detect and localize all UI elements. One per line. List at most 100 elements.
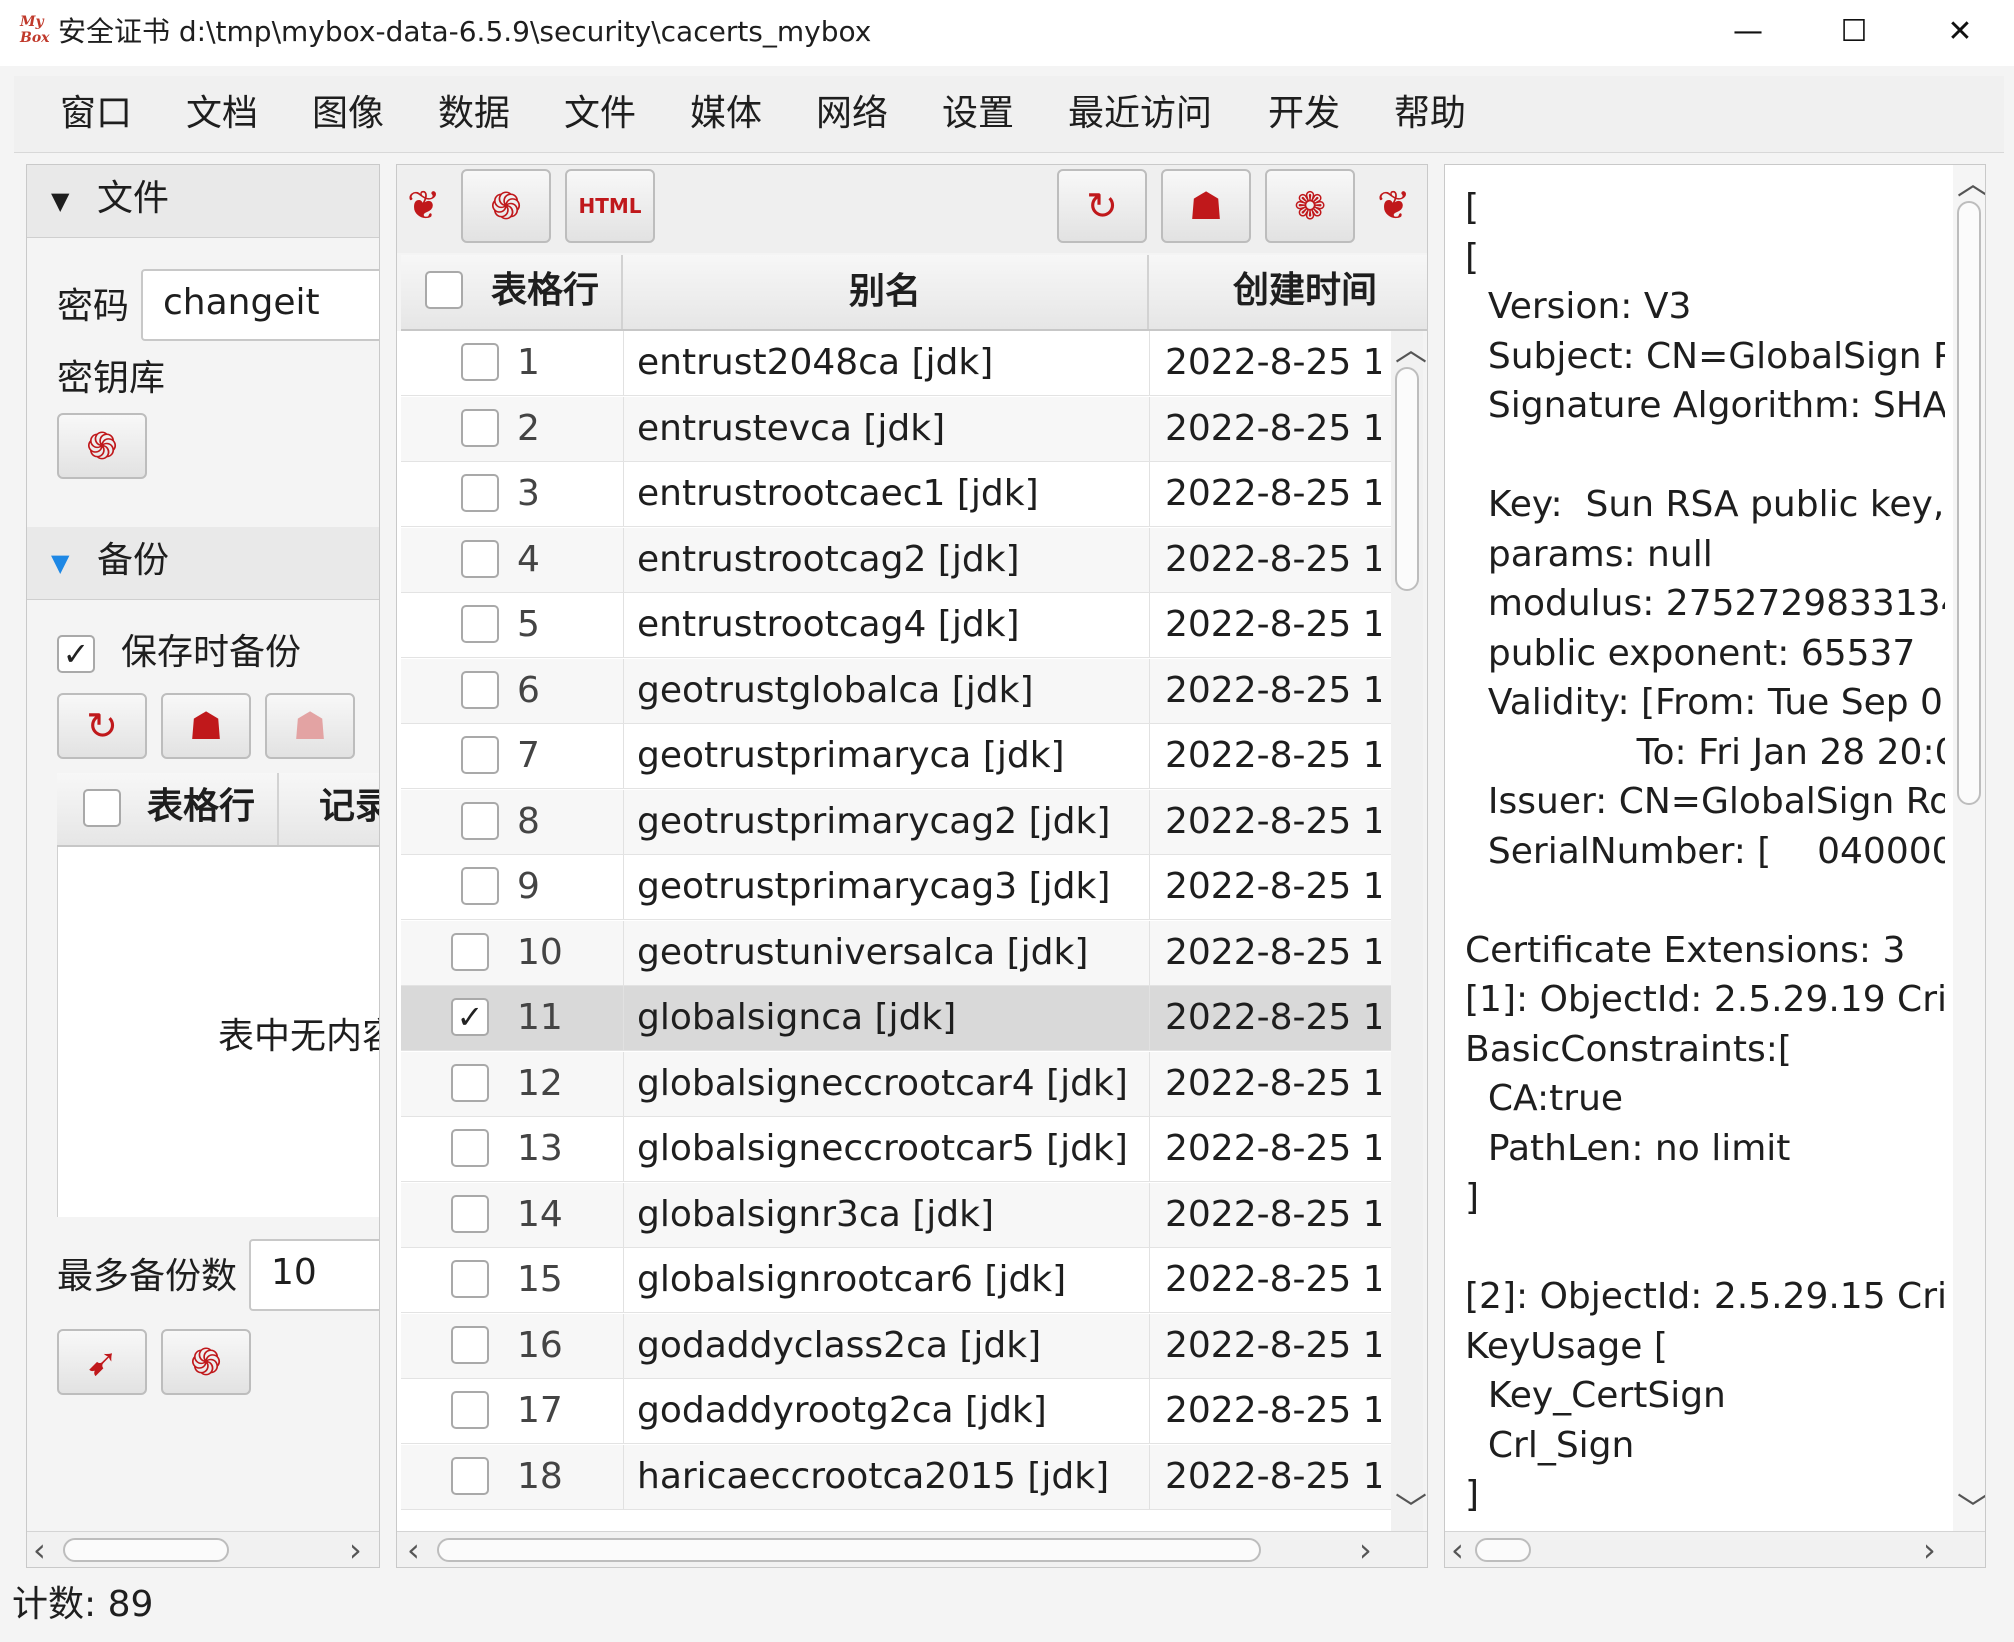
details-scrollbar-thumb[interactable]	[1957, 201, 1981, 805]
password-input[interactable]: changeit	[141, 269, 379, 341]
table-row[interactable]: 1 entrust2048ca [jdk] 2022-8-25 18	[401, 331, 1391, 396]
backup-header-record[interactable]: 记录	[279, 773, 379, 845]
menu-recent[interactable]: 最近访问	[1068, 92, 1212, 136]
backup-on-save-checkbox[interactable]: ✓	[57, 635, 95, 673]
table-row[interactable]: 14 globalsignr3ca [jdk] 2022-8-25 18	[401, 1182, 1391, 1248]
swirl-action-button[interactable]: ֍	[461, 169, 551, 243]
header-created[interactable]: 创建时间	[1149, 255, 1427, 329]
scroll-up-icon[interactable]: ︿	[1395, 331, 1427, 367]
table-row[interactable]: 12 globalsigneccrootcar4 [jdk] 2022-8-25 1…	[401, 1051, 1391, 1117]
table-row[interactable]: 3 entrustrootcaec1 [jdk] 2022-8-25 18	[401, 462, 1391, 527]
menu-image[interactable]: 图像	[312, 92, 384, 136]
row-alias: godaddyclass2ca [jdk]	[637, 1324, 1042, 1366]
table-row[interactable]: 17 godaddyrootg2ca [jdk] 2022-8-25 18	[401, 1379, 1391, 1444]
scroll-left-icon[interactable]: ‹	[1451, 1532, 1464, 1567]
max-backups-input[interactable]: 10	[249, 1239, 379, 1311]
table-row[interactable]: 16 godaddyclass2ca [jdk] 2022-8-25 18	[401, 1313, 1391, 1379]
table-row[interactable]: 18 haricaeccrootca2015 [jdk] 2022-8-25 18	[401, 1444, 1391, 1510]
scroll-right-icon[interactable]: ›	[349, 1532, 362, 1567]
row-checkbox[interactable]	[461, 867, 499, 905]
table-row[interactable]: 2 entrustevca [jdk] 2022-8-25 18	[401, 396, 1391, 462]
row-checkbox[interactable]	[461, 605, 499, 643]
details-vertical-scrollbar[interactable]: ︿ ﹀	[1953, 165, 1985, 1531]
table-row[interactable]: 8 geotrustprimarycag2 [jdk] 2022-8-25 18	[401, 789, 1391, 855]
add-backup-button[interactable]: ☗	[161, 693, 251, 759]
row-checkbox[interactable]	[461, 670, 499, 709]
row-checkbox[interactable]	[451, 1456, 489, 1495]
maximize-button[interactable]: ☐	[1824, 10, 1884, 54]
refresh-button[interactable]: ↻	[1057, 169, 1147, 243]
table-row[interactable]: 15 globalsignrootcar6 [jdk] 2022-8-25 18	[401, 1248, 1391, 1313]
backup-header-row[interactable]: 表格行	[57, 773, 279, 845]
menu-help[interactable]: 帮助	[1394, 92, 1466, 136]
html-export-button[interactable]: HTML	[565, 169, 655, 243]
backup-section-header[interactable]: ▼ 备份	[27, 527, 379, 600]
header-row-number[interactable]: 表格行	[401, 255, 623, 329]
row-number: 8	[517, 800, 540, 842]
file-section-header[interactable]: ▼ 文件	[27, 165, 379, 238]
scroll-left-icon[interactable]: ‹	[33, 1532, 46, 1567]
open-keystore-button[interactable]: ֍	[57, 413, 147, 479]
row-checkbox[interactable]	[451, 1063, 489, 1102]
left-horizontal-scrollbar[interactable]: ‹ ›	[27, 1531, 379, 1567]
table-row[interactable]: 7 geotrustprimaryca [jdk] 2022-8-25 18	[401, 724, 1391, 789]
menu-settings[interactable]: 设置	[942, 92, 1014, 136]
grid-vertical-scrollbar[interactable]: ︿ ﹀	[1391, 331, 1427, 1531]
scroll-down-icon[interactable]: ﹀	[1957, 1491, 1985, 1527]
row-checkbox[interactable]	[461, 539, 499, 578]
row-checkbox[interactable]	[461, 343, 499, 381]
refresh-backup-button[interactable]: ↻	[57, 693, 147, 759]
scrollbar-thumb[interactable]	[63, 1538, 229, 1562]
phoenix-left-icon[interactable]: ❦	[407, 183, 441, 229]
details-horizontal-scrollbar[interactable]: ‹ ›	[1445, 1531, 1985, 1567]
menu-document[interactable]: 文档	[186, 92, 258, 136]
minimize-button[interactable]: —	[1718, 10, 1778, 54]
clear-backups-button[interactable]: ➹	[57, 1329, 147, 1395]
header-alias[interactable]: 别名	[623, 255, 1149, 329]
row-checkbox[interactable]	[451, 1194, 489, 1233]
row-checkbox[interactable]	[461, 474, 499, 512]
row-checkbox[interactable]	[451, 1129, 489, 1167]
menu-develop[interactable]: 开发	[1268, 92, 1340, 136]
menu-media[interactable]: 媒体	[690, 92, 762, 136]
table-row[interactable]: 4 entrustrootcag2 [jdk] 2022-8-25 18	[401, 527, 1391, 593]
table-row[interactable]: 9 geotrustprimarycag3 [jdk] 2022-8-25 18	[401, 855, 1391, 920]
scroll-right-icon[interactable]: ›	[1359, 1532, 1372, 1567]
backup-select-all-checkbox[interactable]	[83, 789, 121, 827]
row-checkbox[interactable]	[451, 1260, 489, 1298]
grid-horizontal-scrollbar[interactable]: ‹ ›	[397, 1531, 1427, 1567]
table-row[interactable]: ✓ 11 globalsignca [jdk] 2022-8-25 18	[401, 986, 1391, 1051]
row-checkbox[interactable]	[461, 736, 499, 774]
row-checkbox[interactable]	[461, 801, 499, 840]
status-count: 计数: 89	[12, 1584, 154, 1625]
delete-button[interactable]: ☗	[1161, 169, 1251, 243]
scroll-down-icon[interactable]: ﹀	[1395, 1491, 1427, 1527]
delete-backup-button[interactable]: ☗	[265, 693, 355, 759]
flower-button[interactable]: ❁	[1265, 169, 1355, 243]
row-checkbox[interactable]	[451, 1325, 489, 1364]
menu-data[interactable]: 数据	[438, 92, 510, 136]
scroll-up-icon[interactable]: ︿	[1957, 165, 1985, 201]
scroll-left-icon[interactable]: ‹	[407, 1532, 420, 1567]
certificate-text-line: Key_CertSign	[1465, 1375, 1726, 1416]
grid-scrollbar-thumb[interactable]	[1395, 367, 1419, 591]
certificate-text[interactable]: [[ Version: V3 Subject: CN=GlobalSign Ro…	[1445, 183, 1945, 1523]
table-row[interactable]: 6 geotrustglobalca [jdk] 2022-8-25 18	[401, 658, 1391, 724]
row-checkbox[interactable]	[451, 932, 489, 971]
menu-file[interactable]: 文件	[564, 92, 636, 136]
grid-hscroll-thumb[interactable]	[437, 1538, 1261, 1562]
close-button[interactable]: ✕	[1930, 10, 1990, 54]
select-all-checkbox[interactable]	[425, 271, 463, 309]
details-hscroll-thumb[interactable]	[1475, 1538, 1531, 1562]
row-checkbox[interactable]: ✓	[451, 998, 489, 1036]
scroll-right-icon[interactable]: ›	[1923, 1532, 1936, 1567]
phoenix-right-icon[interactable]: ❦	[1377, 183, 1411, 229]
menu-network[interactable]: 网络	[816, 92, 888, 136]
backup-now-button[interactable]: ֍	[161, 1329, 251, 1395]
row-checkbox[interactable]	[461, 408, 499, 447]
table-row[interactable]: 10 geotrustuniversalca [jdk] 2022-8-25 18	[401, 920, 1391, 986]
row-checkbox[interactable]	[451, 1391, 489, 1429]
menu-window[interactable]: 窗口	[60, 92, 132, 136]
table-row[interactable]: 5 entrustrootcag4 [jdk] 2022-8-25 18	[401, 593, 1391, 658]
table-row[interactable]: 13 globalsigneccrootcar5 [jdk] 2022-8-25 1…	[401, 1117, 1391, 1182]
